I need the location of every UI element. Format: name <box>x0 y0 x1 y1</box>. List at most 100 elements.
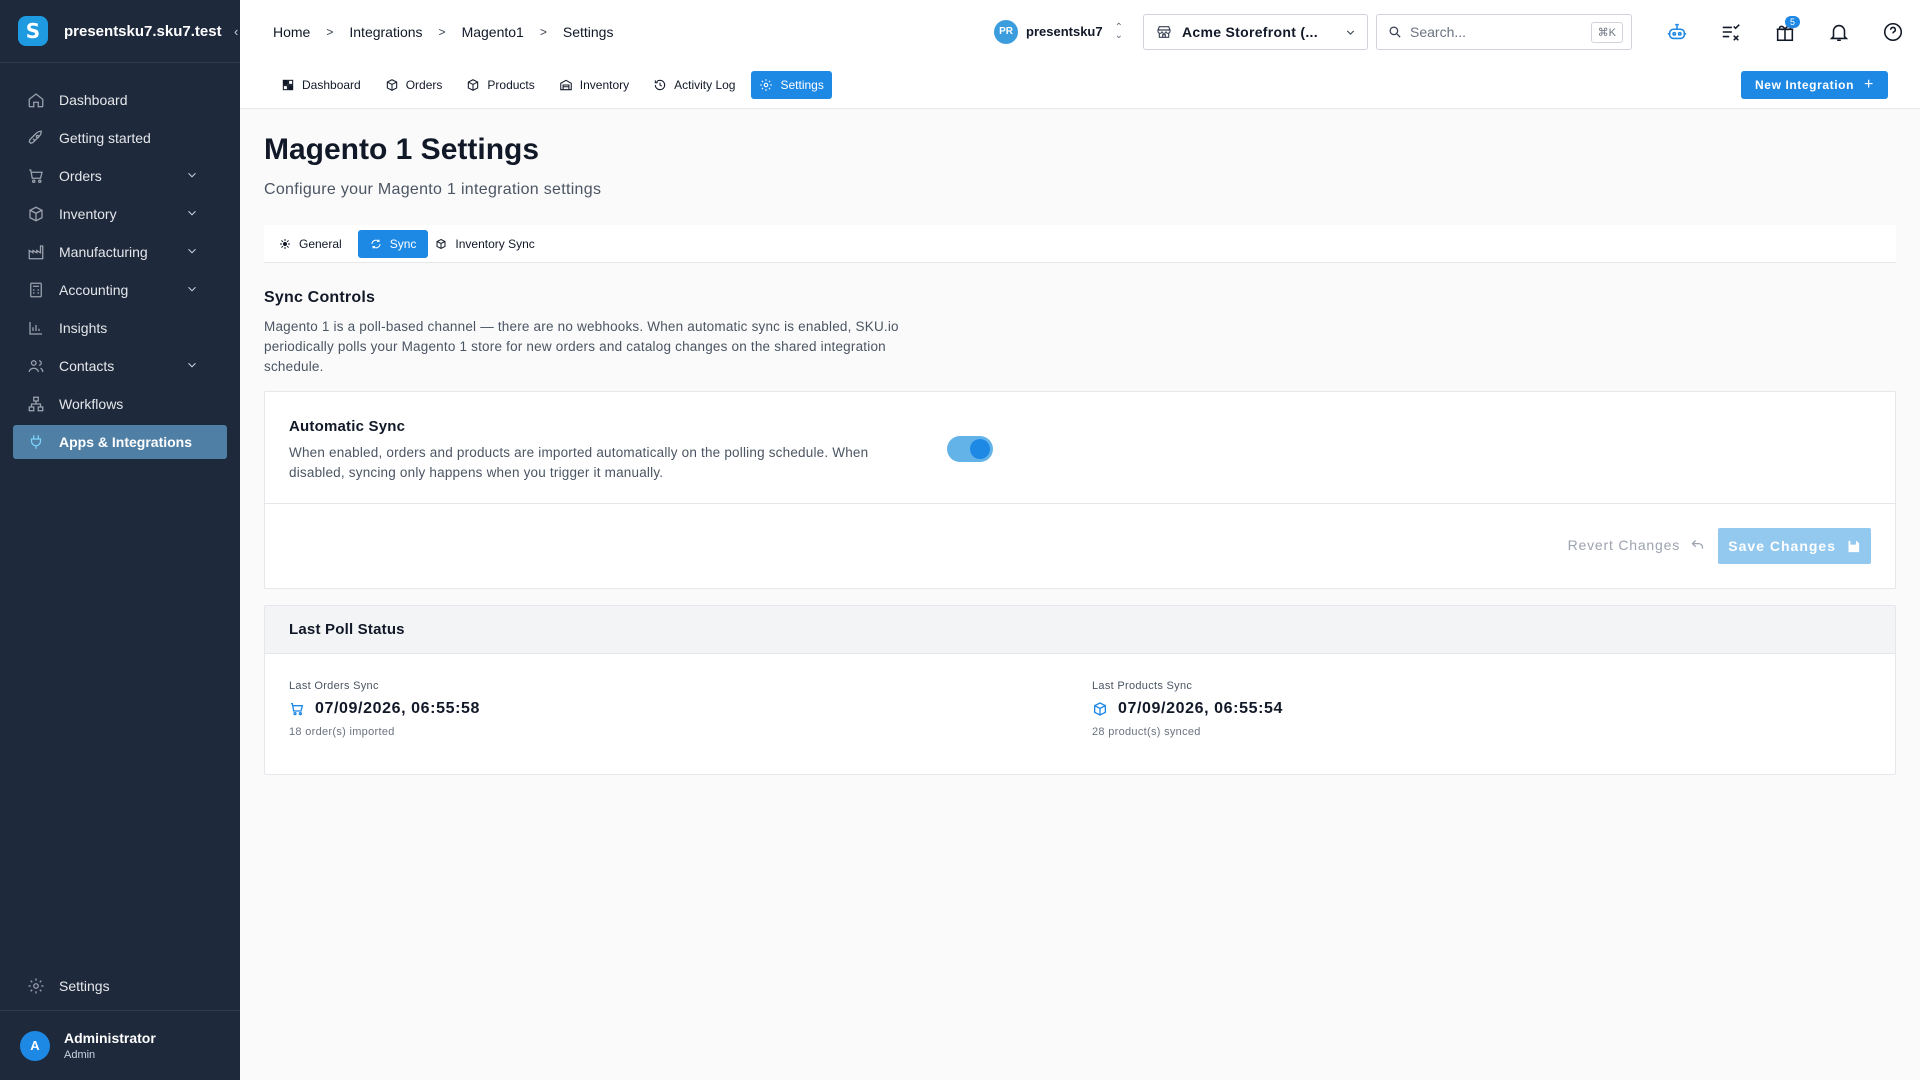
topbar: Home > Integrations > Magento1 > Setting… <box>240 0 1920 63</box>
sync-controls-title: Sync Controls <box>264 289 376 306</box>
sidebar-item-inventory[interactable]: Inventory <box>13 197 227 231</box>
automatic-sync-description: When enabled, orders and products are im… <box>289 445 869 480</box>
toggle-knob <box>970 439 990 459</box>
bell-icon <box>1829 24 1849 41</box>
last-products-sync: Last Products Sync 07/09/2026, 06:55:54 … <box>1092 680 1283 738</box>
help-button[interactable] <box>1866 12 1920 52</box>
sync-settings-card: Automatic Sync When enabled, orders and … <box>264 391 1896 589</box>
chevron-down-icon <box>188 362 196 368</box>
sidebar-item-settings[interactable]: Settings <box>13 968 227 1004</box>
cart-icon <box>29 169 43 184</box>
sidebar-item-getting-started[interactable]: Getting started <box>13 121 227 155</box>
org-name: presentsku7 <box>1026 24 1103 39</box>
sidebar-item-label: Apps & Integrations <box>59 434 193 450</box>
home-icon <box>28 93 44 108</box>
sidebar: S presentsku7.sku7.test ‹ Dashboard Gett… <box>0 0 240 1080</box>
breadcrumb-magento1[interactable]: Magento1 <box>462 24 524 40</box>
card-actions: Revert Changes Save Changes <box>265 504 1895 588</box>
sidebar-item-label: Workflows <box>59 396 124 412</box>
subtab-products[interactable]: Products <box>458 71 542 99</box>
sidebar-item-label: Insights <box>59 320 108 336</box>
topbar-actions: PR presentsku7 ⌃⌄ Acme Storefront (... ⌘… <box>994 0 1920 63</box>
subtab-orders[interactable]: Orders <box>377 71 451 99</box>
notifications-button[interactable] <box>1812 12 1866 52</box>
breadcrumb-separator-icon: > <box>438 24 446 39</box>
undo-icon <box>1691 539 1704 549</box>
store-select[interactable]: Acme Storefront (... <box>1143 13 1368 50</box>
grid-icon <box>282 79 294 91</box>
account-name: presentsku7.sku7.test <box>64 22 222 40</box>
sidebar-item-label: Dashboard <box>59 92 128 108</box>
help-circle-icon <box>1883 22 1903 41</box>
chevron-down-icon <box>188 286 196 292</box>
store-icon <box>1157 25 1171 38</box>
tab-sync[interactable]: Sync <box>357 229 429 258</box>
search-input[interactable] <box>1410 23 1560 40</box>
store-select-value: Acme Storefront (... <box>1182 23 1318 40</box>
breadcrumb-home[interactable]: Home <box>273 24 310 40</box>
org-switcher[interactable]: PR presentsku7 ⌃ ⌄ <box>994 19 1123 44</box>
sidebar-item-label: Inventory <box>59 206 117 222</box>
subtab-dashboard[interactable]: Dashboard <box>273 71 369 99</box>
gear-icon <box>760 79 773 91</box>
collapse-sidebar-icon[interactable]: ‹ <box>234 24 238 39</box>
sidebar-item-apps-integrations[interactable]: Apps & Integrations <box>13 425 227 459</box>
revert-changes-button[interactable]: Revert Changes <box>1568 537 1705 553</box>
cart-icon <box>291 703 304 716</box>
new-integration-button[interactable]: New Integration + <box>1741 71 1888 99</box>
save-changes-button[interactable]: Save Changes <box>1718 528 1871 564</box>
tab-general[interactable]: General <box>276 230 354 258</box>
sidebar-item-workflows[interactable]: Workflows <box>13 387 227 421</box>
sidebar-footer: Settings A Administrator Admin <box>0 968 240 1080</box>
sidebar-item-label: Getting started <box>59 130 151 146</box>
automatic-sync-toggle[interactable] <box>947 436 993 462</box>
org-avatar: PR <box>994 19 1019 44</box>
robot-icon <box>1667 23 1687 39</box>
last-products-sync-time: 07/09/2026, 06:55:54 <box>1118 700 1284 717</box>
chevron-up-down-icon: ⌃ ⌄ <box>1114 21 1123 41</box>
page-subtitle: Configure your Magento 1 integration set… <box>264 181 602 198</box>
last-poll-status-title: Last Poll Status <box>265 606 1895 654</box>
user-role: Admin <box>64 1049 96 1061</box>
sidebar-item-contacts[interactable]: Contacts <box>13 349 227 383</box>
chevron-down-icon <box>188 172 196 178</box>
sidebar-item-label: Settings <box>59 978 110 994</box>
subtab-inventory[interactable]: Inventory <box>551 71 637 99</box>
plus-icon: + <box>1864 76 1874 93</box>
breadcrumb-separator-icon: > <box>539 24 547 39</box>
workflow-icon <box>28 396 44 412</box>
user-profile[interactable]: A Administrator Admin <box>0 1010 240 1080</box>
tab-inventory-sync[interactable]: Inventory Sync <box>432 230 546 258</box>
sidebar-item-label: Manufacturing <box>59 244 148 260</box>
plug-icon <box>30 435 42 449</box>
sidebar-item-label: Accounting <box>59 282 129 298</box>
refresh-icon <box>371 239 381 248</box>
orders-imported-count: 18 order(s) imported <box>289 726 395 738</box>
box-icon <box>386 79 397 91</box>
sidebar-item-accounting[interactable]: Accounting <box>13 273 227 307</box>
sidebar-item-orders[interactable]: Orders <box>13 159 227 193</box>
whats-new-button[interactable]: 5 <box>1758 12 1812 52</box>
search-box[interactable]: ⌘K <box>1376 13 1632 50</box>
calculator-icon <box>30 282 42 298</box>
ai-assistant-button[interactable] <box>1650 12 1704 52</box>
sidebar-item-dashboard[interactable]: Dashboard <box>13 83 227 117</box>
breadcrumb-integrations[interactable]: Integrations <box>349 24 422 40</box>
page-title: Magento 1 Settings <box>264 133 540 166</box>
history-icon <box>654 79 666 91</box>
checklist-icon <box>1722 23 1740 41</box>
chevron-down-icon <box>188 248 196 254</box>
brand-logo[interactable]: S <box>18 16 48 46</box>
subtab-settings[interactable]: Settings <box>751 71 832 99</box>
cube-icon <box>468 79 479 91</box>
tasks-button[interactable] <box>1704 12 1758 52</box>
breadcrumb-current: Settings <box>562 23 614 40</box>
sidebar-item-insights[interactable]: Insights <box>13 311 227 345</box>
factory-icon <box>28 245 44 260</box>
integration-subnav: Dashboard Orders Products Inventory Acti… <box>240 63 1920 109</box>
sidebar-item-manufacturing[interactable]: Manufacturing <box>13 235 227 269</box>
avatar: A <box>20 1030 50 1061</box>
chevron-down-icon <box>188 210 196 216</box>
sync-controls-description: Magento 1 is a poll-based channel — ther… <box>264 319 899 374</box>
subtab-activity-log[interactable]: Activity Log <box>645 71 743 99</box>
